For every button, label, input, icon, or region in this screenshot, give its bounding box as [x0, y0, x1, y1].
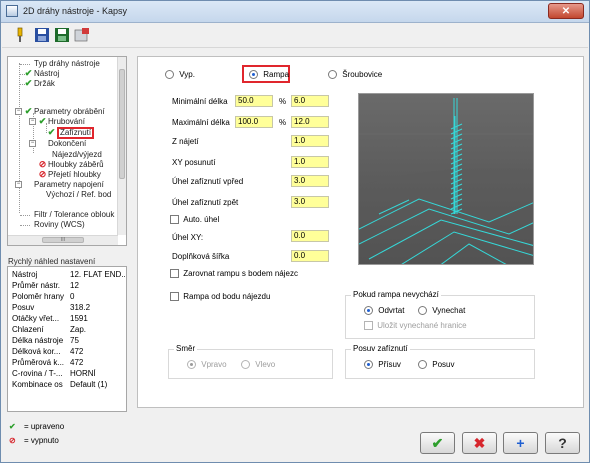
check-icon: ✔ [24, 106, 33, 116]
auto-angle-option[interactable]: Auto. úhel [170, 215, 219, 225]
min-length-pct-input[interactable]: 50.0 [235, 95, 273, 107]
ramp-illustration [358, 93, 534, 265]
legend-modified: ✔ = upraveno [9, 422, 65, 431]
align-ramp-checkbox[interactable] [170, 269, 179, 279]
tree-vertical-scrollbar[interactable] [117, 57, 126, 235]
radio-off[interactable] [165, 70, 174, 80]
max-length-pct-input[interactable]: 100.0 [235, 116, 273, 128]
collapse-icon[interactable]: − [15, 108, 22, 115]
skip-option[interactable]: Vynechat [418, 306, 465, 316]
auto-angle-checkbox[interactable] [170, 215, 179, 225]
max-length-input[interactable]: 12.0 [291, 116, 329, 128]
close-button[interactable]: ✕ [548, 3, 584, 19]
collapse-icon[interactable]: − [29, 118, 36, 125]
export-icon[interactable] [74, 27, 90, 43]
radio-right [187, 360, 196, 370]
entry-option-ramp[interactable]: Rampa [249, 70, 289, 80]
settings-preview: Nástroj 12. FLAT END... Průměr nástr. 12 P… [7, 266, 127, 412]
toolbar [2, 24, 588, 48]
check-icon: ✔ [47, 127, 56, 137]
toolpath-graphic [359, 94, 533, 264]
back-angle-label: Úhel zafíznutí zpět [172, 198, 239, 207]
ramp-from-entry-checkbox[interactable] [170, 292, 179, 302]
app-icon [6, 5, 18, 17]
extra-width-input[interactable]: 0.0 [291, 250, 329, 262]
if-ramp-fails-title: Pokud rampa nevychází [351, 290, 441, 300]
entry-option-off[interactable]: Vyp. [165, 70, 195, 80]
direction-left-option: Vlevo [241, 360, 275, 370]
radio-feed[interactable] [418, 360, 427, 370]
scroll-thumb[interactable] [119, 69, 125, 179]
check-icon: ✔ [24, 78, 33, 88]
preview-title: Rychlý náhled nastavení [8, 257, 96, 266]
plunge-option[interactable]: Odvrtat [364, 306, 404, 316]
feed-option[interactable]: Posuv [418, 360, 454, 370]
title-bar: 2D dráhy nástroje - Kapsy ✕ [1, 1, 589, 23]
max-length-label: Maximální délka [172, 118, 230, 127]
ok-button[interactable]: ✔ [420, 432, 455, 454]
front-angle-input[interactable]: 3.0 [291, 175, 329, 187]
min-length-input[interactable]: 6.0 [291, 95, 329, 107]
z-entry-input[interactable]: 1.0 [291, 135, 329, 147]
check-icon: ✔ [38, 116, 47, 126]
tree-line [19, 63, 20, 213]
tree-horizontal-scrollbar[interactable]: III [8, 235, 118, 245]
ramp-feed-group: Posuv zafíznutí Přísuv Posuv [345, 344, 535, 379]
ramp-settings-panel: Vyp. Rampa Šroubovice Minimální délka 50… [137, 56, 584, 408]
back-angle-input[interactable]: 3.0 [291, 196, 329, 208]
disabled-icon: ⊘ [9, 436, 16, 445]
percent-sign: % [279, 97, 287, 106]
radio-helix[interactable] [328, 70, 337, 80]
window-title: 2D dráhy nástroje - Kapsy [23, 6, 128, 16]
check-icon: ✔ [24, 68, 33, 78]
disabled-icon: ⊘ [38, 159, 47, 169]
plunge-feed-option[interactable]: Přísuv [364, 360, 401, 370]
radio-plunge[interactable] [364, 306, 373, 316]
if-ramp-fails-group: Pokud rampa nevychází Odvrtat Vynechat U… [345, 290, 535, 339]
save-skipped-checkbox [364, 321, 373, 331]
xy-angle-label: Úhel XY: [172, 233, 204, 242]
xy-angle-input[interactable]: 0.0 [291, 230, 329, 242]
extra-width-label: Doplňková šířka [172, 252, 230, 261]
collapse-icon[interactable]: − [15, 181, 22, 188]
xy-shift-input[interactable]: 1.0 [291, 156, 329, 168]
save-icon[interactable] [34, 27, 50, 43]
legend-disabled: ⊘ = vypnuto [9, 436, 59, 445]
z-entry-label: Z nájetí [172, 137, 199, 146]
scroll-thumb[interactable]: III [42, 237, 84, 243]
save-skipped-option: Uložit vynechané hranice [364, 321, 467, 331]
parameter-tree: Typ dráhy nástroje ✔ Nástroj ✔ Držák − ✔… [7, 56, 127, 246]
check-icon: ✔ [9, 422, 16, 431]
entry-option-helix[interactable]: Šroubovice [328, 70, 382, 80]
direction-right-option: Vpravo [187, 360, 227, 370]
dialog-window: 2D dráhy nástroje - Kapsy ✕ Typ dráhy ná… [0, 0, 590, 463]
radio-ramp[interactable] [249, 70, 258, 80]
min-length-label: Minimální délka [172, 97, 228, 106]
tool-icon[interactable] [12, 27, 28, 43]
radio-plunge-feed[interactable] [364, 360, 373, 370]
percent-sign: % [279, 118, 287, 127]
radio-skip[interactable] [418, 306, 427, 316]
collapse-icon[interactable]: − [29, 140, 36, 147]
ramp-from-entry-option[interactable]: Rampa od bodu nájezdu [170, 292, 270, 302]
disabled-icon: ⊘ [38, 169, 47, 179]
ramp-feed-title: Posuv zafíznutí [351, 344, 410, 354]
direction-group: Směr Vpravo Vlevo [168, 344, 333, 379]
add-button[interactable]: + [503, 432, 538, 454]
xy-shift-label: XY posunutí [172, 158, 216, 167]
cancel-button[interactable]: ✖ [462, 432, 497, 454]
direction-title: Směr [174, 344, 198, 354]
front-angle-label: Úhel zafíznutí vpřed [172, 177, 244, 186]
help-button[interactable]: ? [545, 432, 580, 454]
radio-left [241, 360, 250, 370]
save-all-icon[interactable] [54, 27, 70, 43]
align-ramp-option[interactable]: Zarovnat rampu s bodem nájezc [170, 269, 298, 279]
selected-tree-item-highlight: Zafíznutí [57, 127, 95, 139]
